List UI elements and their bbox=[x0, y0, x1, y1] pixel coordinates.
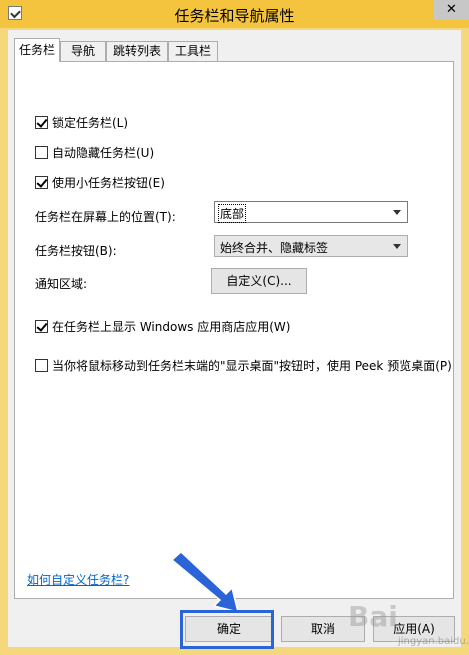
annotation-arrow-shape bbox=[170, 550, 240, 614]
annotation-highlight-box bbox=[180, 610, 274, 649]
properties-dialog: 任务栏和导航属性 ✕ 任务栏 导航 跳转列表 工具栏 锁定任务栏(L) 自动隐藏… bbox=[0, 0, 469, 655]
watermark: Bai bbox=[348, 600, 398, 633]
annotation-arrow bbox=[170, 550, 240, 614]
watermark-url: jingyan.baidu.com bbox=[398, 636, 469, 647]
tab-taskbar[interactable]: 任务栏 bbox=[14, 38, 60, 62]
